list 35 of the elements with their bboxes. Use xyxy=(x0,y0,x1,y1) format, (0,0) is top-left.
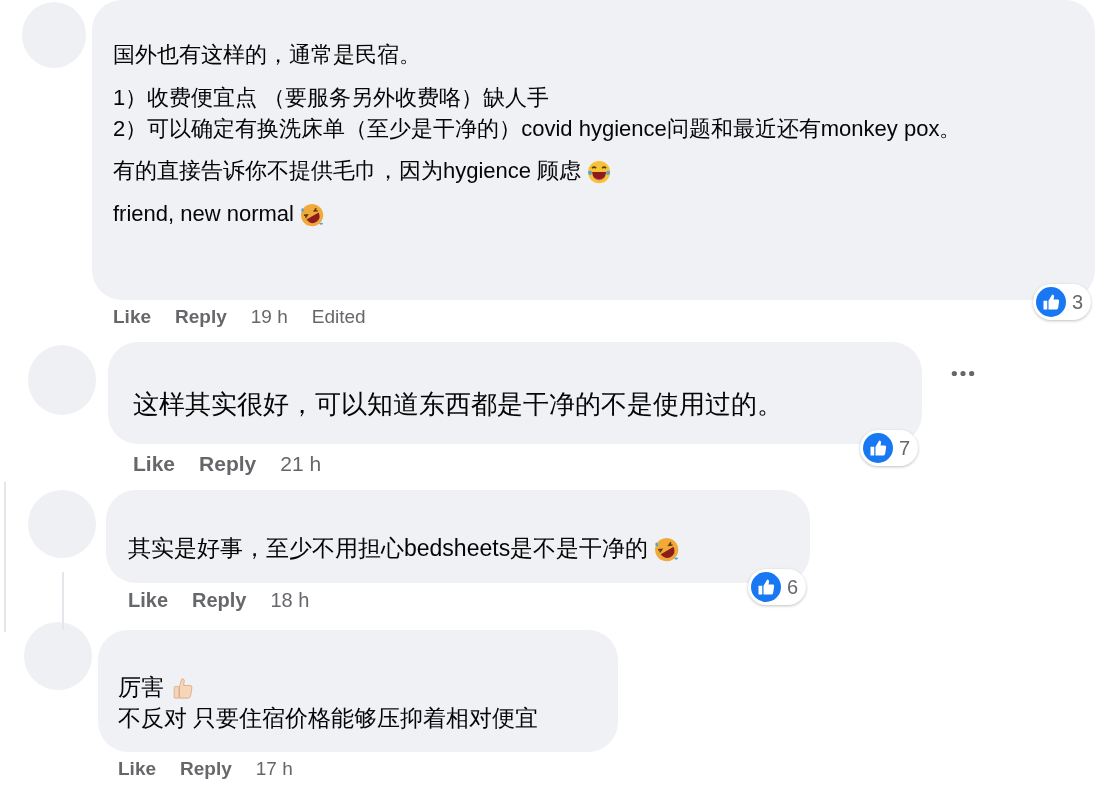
reply-button[interactable]: Reply xyxy=(192,589,247,612)
comment-text: friend, new normal xyxy=(113,201,294,227)
edited-label: Edited xyxy=(311,306,366,328)
comment-time: 18 h xyxy=(270,589,310,612)
reply-button[interactable]: Reply xyxy=(175,306,227,328)
laughing-face-icon xyxy=(587,160,612,185)
comment-text: 有的直接告诉你不提供毛巾，因为hygience 顾虑 xyxy=(113,158,582,184)
reply-button[interactable]: Reply xyxy=(199,452,257,476)
reaction-badge[interactable]: 3 xyxy=(1032,284,1091,320)
comment-text: 2）可以确定有换洗床单（至少是干净的）covid hygience问题和最近还有monkey pox。 xyxy=(113,115,962,141)
comment-text: 不反对 只要住宿价格能够压抑着相对便宜 xyxy=(118,705,539,732)
reaction-count: 6 xyxy=(786,575,798,600)
laughing-face-icon xyxy=(654,537,680,563)
reaction-badge[interactable]: 6 xyxy=(747,569,806,605)
reaction-badge[interactable]: 7 xyxy=(859,430,918,466)
reaction-count: 7 xyxy=(898,436,910,461)
more-options-icon[interactable] xyxy=(950,368,976,378)
like-icon xyxy=(750,572,781,602)
laughing-face-icon xyxy=(300,203,325,228)
reaction-count: 3 xyxy=(1071,290,1083,315)
like-button[interactable]: Like xyxy=(118,758,157,780)
like-button[interactable]: Like xyxy=(128,589,169,612)
comment-time: 17 h xyxy=(255,758,293,780)
comment-time: 19 h xyxy=(250,306,288,328)
like-icon xyxy=(862,433,893,463)
comment-text: 其实是好事，至少不用担心bedsheets是不是干净的 xyxy=(128,535,649,561)
comment-text: 这样其实很好，可以知道东西都是干净的不是使用过的。 xyxy=(133,389,783,419)
like-button[interactable]: Like xyxy=(133,452,176,476)
comment-text: 厉害 xyxy=(118,674,164,700)
comment-text: 国外也有这样的，通常是民宿。 xyxy=(113,42,421,67)
like-icon xyxy=(1035,287,1066,317)
comment-time: 21 h xyxy=(280,452,322,476)
comment-text: 1）收费便宜点 （要服务另外收费咯）缺人手 xyxy=(113,84,550,110)
reply-button[interactable]: Reply xyxy=(180,758,232,780)
like-button[interactable]: Like xyxy=(113,306,152,328)
